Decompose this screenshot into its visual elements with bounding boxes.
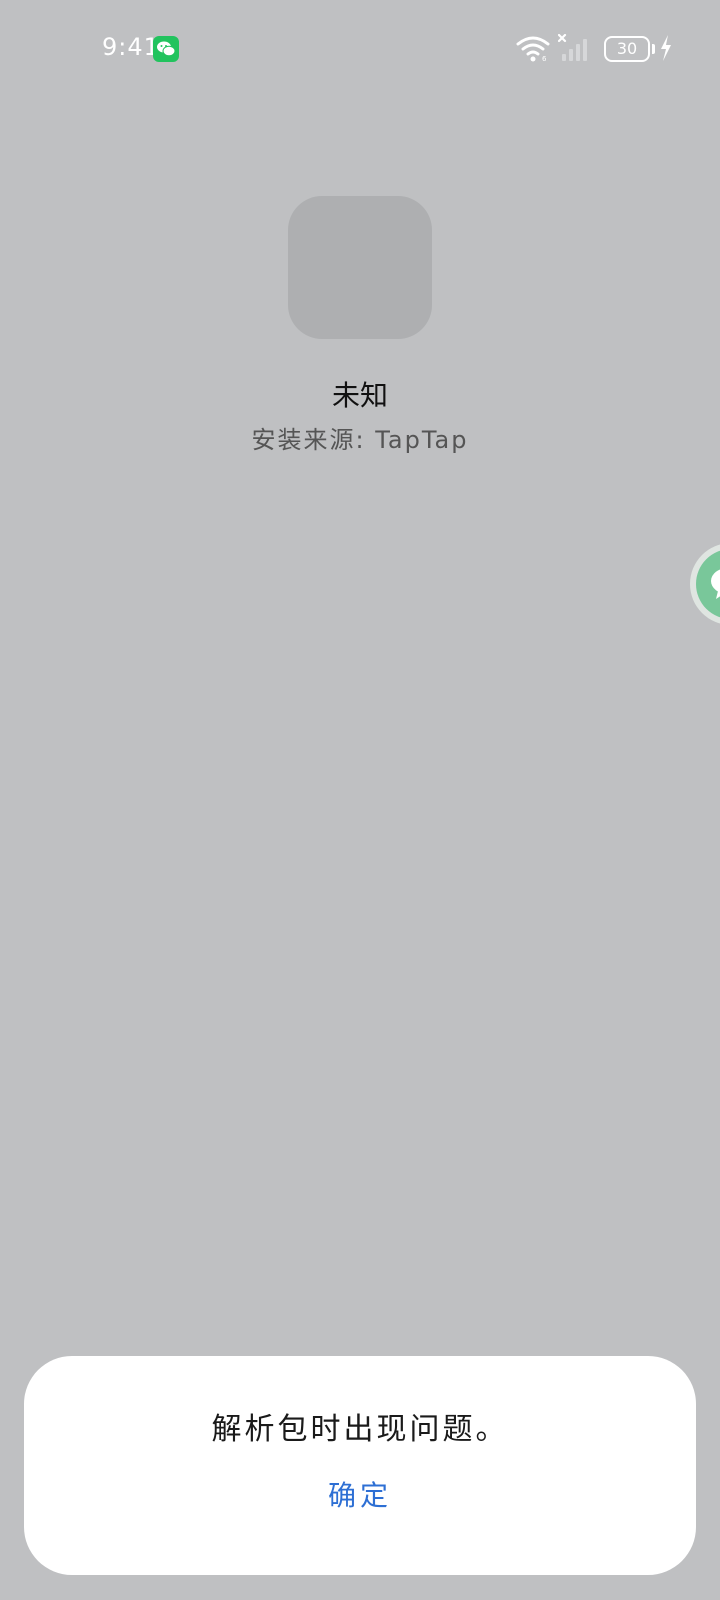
signal-icon	[557, 33, 594, 66]
chat-bubble-icon	[696, 549, 720, 619]
battery-tip	[652, 44, 655, 54]
app-name: 未知	[331, 379, 388, 412]
floating-chat-button[interactable]	[690, 543, 720, 625]
status-time: 9:41	[102, 33, 160, 61]
svg-text:6: 6	[542, 55, 547, 62]
dialog-message: 解析包时出现问题。	[211, 1412, 509, 1447]
wechat-icon	[153, 36, 179, 62]
wifi-icon: 6	[516, 34, 550, 66]
package-installer-screen: 9:41 6 30 未知 安装来源: TapTap 解析包时出现问题。 确定	[0, 0, 720, 1600]
battery-icon: 30	[604, 36, 650, 62]
status-bar: 9:41 6 30	[0, 0, 720, 100]
error-dialog: 解析包时出现问题。 确定	[24, 1356, 696, 1575]
charging-bolt-icon	[659, 34, 673, 66]
app-icon-placeholder	[288, 196, 432, 339]
install-source: 安装来源: TapTap	[251, 426, 469, 454]
confirm-button[interactable]: 确定	[310, 1468, 410, 1524]
